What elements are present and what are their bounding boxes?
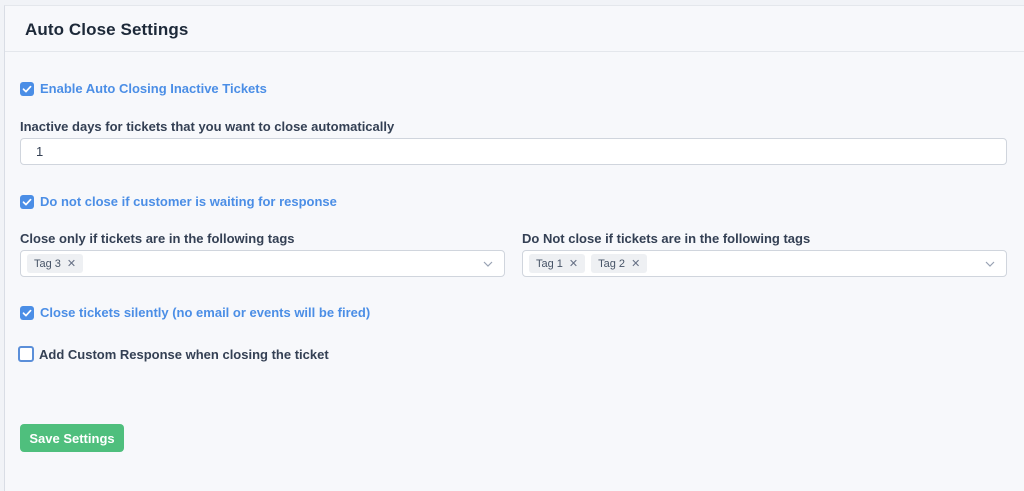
save-button[interactable]: Save Settings xyxy=(20,424,124,452)
tag-chip-label: Tag 1 xyxy=(536,257,563,270)
panel-header: Auto Close Settings xyxy=(5,6,1024,52)
close-silently-checkbox-row[interactable]: Close tickets silently (no email or even… xyxy=(20,305,370,320)
inactive-days-value: 1 xyxy=(36,144,44,159)
custom-response-label[interactable]: Add Custom Response when closing the tic… xyxy=(39,347,329,362)
close-silently-label[interactable]: Close tickets silently (no email or even… xyxy=(40,305,370,320)
custom-response-checkbox-row[interactable]: Add Custom Response when closing the tic… xyxy=(18,346,329,362)
exclude-tags-label: Do Not close if tickets are in the follo… xyxy=(522,231,811,246)
close-silently-checkbox[interactable] xyxy=(20,305,34,320)
check-icon xyxy=(22,85,32,92)
tag-chip: Tag 1 ✕ xyxy=(529,254,586,273)
close-icon[interactable]: ✕ xyxy=(569,257,578,270)
tag-chip-label: Tag 3 xyxy=(34,257,61,270)
check-icon xyxy=(22,198,32,205)
close-icon[interactable]: ✕ xyxy=(67,257,76,270)
page-title: Auto Close Settings xyxy=(25,20,189,39)
tag-chip: Tag 2 ✕ xyxy=(591,254,648,273)
settings-panel: Auto Close Settings Enable Auto Closing … xyxy=(4,5,1024,491)
include-tags-label: Close only if tickets are in the followi… xyxy=(20,231,295,246)
enable-auto-close-checkbox[interactable] xyxy=(20,81,34,96)
close-icon[interactable]: ✕ xyxy=(631,257,640,270)
wait-for-response-checkbox-row[interactable]: Do not close if customer is waiting for … xyxy=(20,194,337,209)
wait-for-response-checkbox[interactable] xyxy=(20,194,34,209)
inactive-days-label: Inactive days for tickets that you want … xyxy=(20,119,395,134)
inactive-days-input[interactable]: 1 xyxy=(20,138,1007,165)
check-icon xyxy=(22,309,32,316)
include-tags-select[interactable]: Tag 3 ✕ xyxy=(20,250,505,277)
tag-chip: Tag 3 ✕ xyxy=(27,254,84,273)
custom-response-checkbox[interactable] xyxy=(18,346,34,362)
enable-auto-close-label[interactable]: Enable Auto Closing Inactive Tickets xyxy=(40,81,267,96)
wait-for-response-label[interactable]: Do not close if customer is waiting for … xyxy=(40,194,337,209)
tag-chip-label: Tag 2 xyxy=(598,257,626,270)
chevron-down-icon[interactable] xyxy=(482,258,494,270)
chevron-down-icon[interactable] xyxy=(984,258,996,270)
exclude-tags-select[interactable]: Tag 1 ✕ Tag 2 ✕ xyxy=(522,250,1007,277)
enable-auto-close-checkbox-row[interactable]: Enable Auto Closing Inactive Tickets xyxy=(20,81,267,96)
